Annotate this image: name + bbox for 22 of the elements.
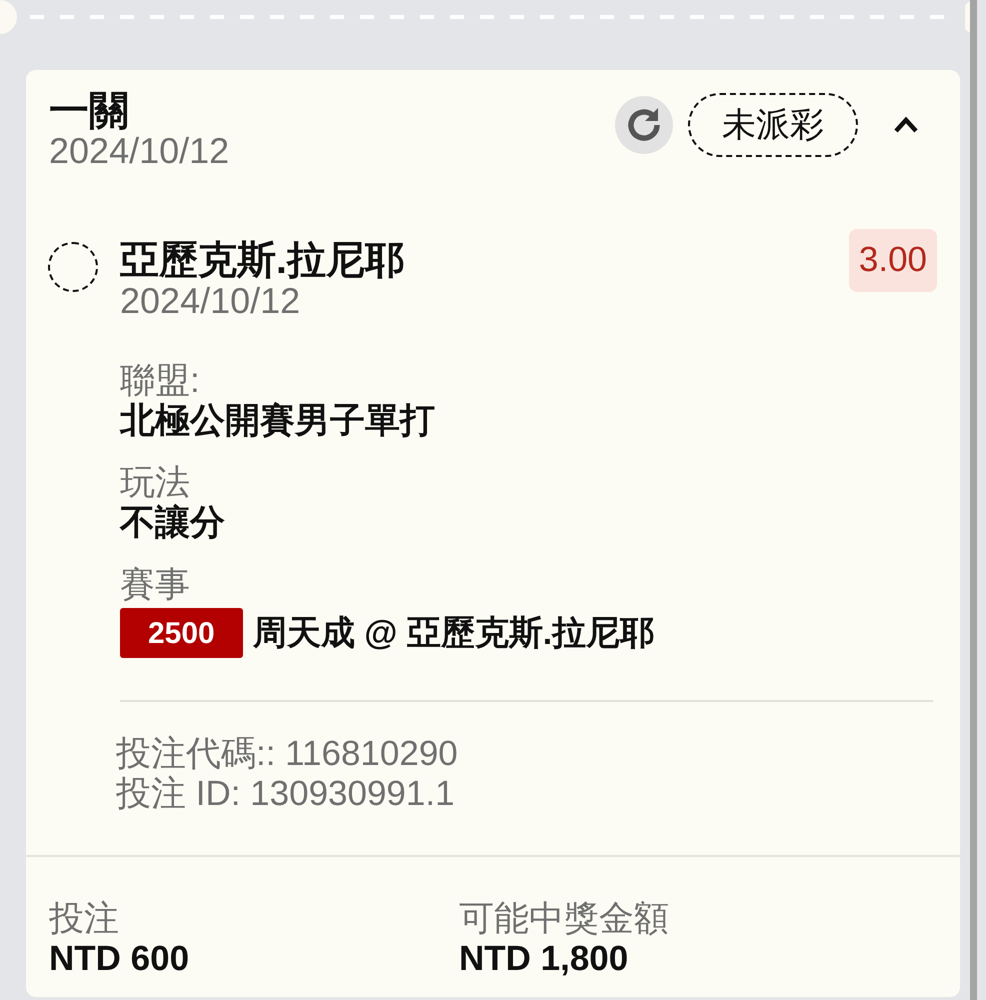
detail-label: 賽事 (120, 565, 191, 605)
match-date: 2024/10/12 (120, 281, 302, 321)
bet-reference: 投注代碼:: 116810290 (116, 734, 459, 774)
summary-label: 投注 (49, 899, 120, 939)
refresh-icon[interactable] (615, 96, 673, 154)
settlement-status-badge: 未派彩 (688, 93, 858, 157)
detail-value: 北極公開賽男子單打 (120, 401, 436, 441)
collapse-chevron-icon[interactable] (893, 116, 919, 134)
bet-reference: 投注 ID: 130930991.1 (116, 774, 456, 814)
summary-label: 可能中獎金額 (459, 899, 670, 939)
detail-label: 玩法 (120, 463, 191, 503)
match-name: 周天成 @ 亞歷克斯.拉尼耶 (252, 613, 654, 653)
detail-value: 不讓分 (120, 503, 226, 543)
detail-label: 聯盟: (120, 361, 201, 401)
bet-date: 2024/10/12 (49, 131, 230, 171)
summary-amount: NTD 600 (49, 939, 190, 979)
summary-amount: NTD 1,800 (459, 939, 630, 979)
odds-badge: 3.00 (848, 229, 937, 292)
selection-name: 亞歷克斯.拉尼耶 (120, 241, 404, 281)
bet-type-title: 一關 (49, 91, 130, 131)
match-code-badge: 2500 (120, 608, 243, 658)
ticket-notch (965, 2, 970, 32)
